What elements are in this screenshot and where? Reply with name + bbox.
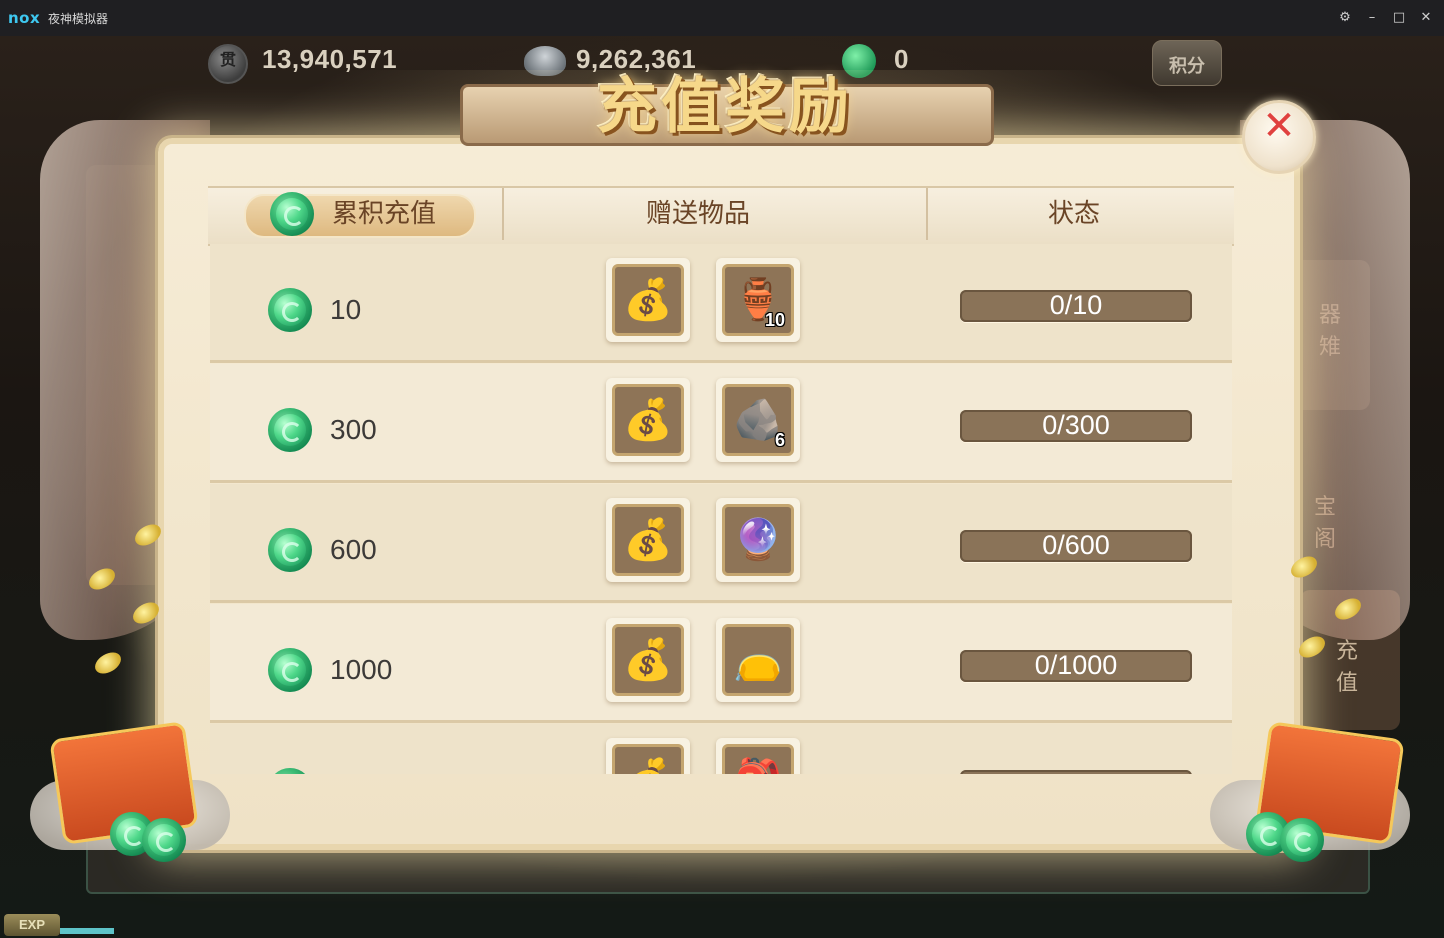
reward-row: 600 💰 🔮 0/600 (210, 484, 1232, 603)
recharge-amount: 1000 (330, 654, 393, 685)
reward-item-slot[interactable]: 💰 (606, 618, 690, 702)
column-divider (502, 188, 504, 240)
status-progress-bar: 0/1000 (960, 650, 1192, 682)
close-icon: ✕ (1262, 103, 1296, 149)
silver-pouch-icon: 💰 (623, 277, 673, 323)
close-window-button[interactable]: ✕ (1416, 8, 1436, 28)
crystal-ball-icon: 🔮 (733, 517, 783, 563)
reward-item-slot[interactable]: 💰 (606, 378, 690, 462)
reward-row: 10 💰 🏺 10 0/10 (210, 244, 1232, 363)
silver-pouch-icon: 💰 (623, 637, 673, 683)
status-progress-bar: 0/300 (960, 410, 1192, 442)
dialog-title: 充值奖励 (597, 72, 853, 142)
emulator-title-bar: nox 夜神模拟器 ⚙ – □ ✕ (0, 0, 1444, 36)
recharge-amount: 300 (330, 414, 377, 445)
status-progress-bar: 0/600 (960, 530, 1192, 562)
reward-item-slot[interactable]: 💰 (606, 738, 690, 774)
red-pouch-icon: 🎒 (725, 747, 791, 774)
column-divider (926, 188, 928, 240)
jade-icon (268, 528, 312, 572)
reward-item-slot[interactable]: 💰 (606, 498, 690, 582)
gold-pouch-icon: 👝 (733, 637, 783, 683)
settings-icon[interactable]: ⚙ (1335, 8, 1355, 28)
jade-icon (268, 408, 312, 452)
minimize-button[interactable]: – (1362, 8, 1382, 28)
jade-icon (268, 288, 312, 332)
silver-pouch-icon: 💰 (623, 517, 673, 563)
column-header-gifts: 赠送物品 (646, 199, 751, 229)
column-header-cumulative: 累积充值 (332, 199, 437, 229)
jade-icon (142, 818, 186, 862)
nox-logo: nox (8, 9, 41, 27)
exp-badge: EXP (4, 914, 60, 936)
reward-item-slot[interactable]: 🔮 (716, 498, 800, 582)
silver-pouch-icon: 💰 (623, 397, 673, 443)
item-count: 6 (774, 430, 785, 450)
reward-item-slot[interactable]: 💰 (606, 258, 690, 342)
jade-icon (1280, 818, 1324, 862)
reward-row: 300 💰 🪨 6 0/300 (210, 364, 1232, 483)
item-count: 10 (764, 310, 785, 330)
exp-bar (60, 928, 114, 934)
jade-icon (268, 648, 312, 692)
recharge-amount: 600 (330, 534, 377, 565)
reward-list[interactable]: 10 💰 🏺 10 0/10 300 💰 🪨 6 0/300 600 💰 🔮 0… (210, 244, 1232, 774)
status-text (960, 770, 1192, 774)
status-text: 0/600 (1042, 530, 1110, 560)
reward-item-slot[interactable]: 🪨 6 (716, 378, 800, 462)
status-text: 0/10 (1049, 290, 1103, 320)
reward-row: 1000 💰 👝 0/1000 (210, 604, 1232, 723)
close-dialog-button[interactable]: ✕ (1242, 100, 1316, 174)
reward-item-slot[interactable]: 🎒 (716, 738, 800, 774)
window-title: 夜神模拟器 (48, 12, 109, 26)
status-progress-bar: 0/10 (960, 290, 1192, 322)
jade-icon (268, 768, 312, 774)
maximize-button[interactable]: □ (1389, 8, 1409, 28)
reward-item-slot[interactable]: 👝 (716, 618, 800, 702)
reward-item-slot[interactable]: 🏺 10 (716, 258, 800, 342)
status-text: 0/1000 (1034, 650, 1118, 680)
status-progress-bar (960, 770, 1192, 774)
reward-row: 💰 🎒 (210, 724, 1232, 774)
recharge-amount: 10 (330, 294, 362, 325)
status-text: 0/300 (1042, 410, 1110, 440)
silver-pouch-icon: 💰 (615, 747, 681, 774)
jade-icon (270, 192, 314, 236)
column-header-status: 状态 (1048, 199, 1101, 229)
